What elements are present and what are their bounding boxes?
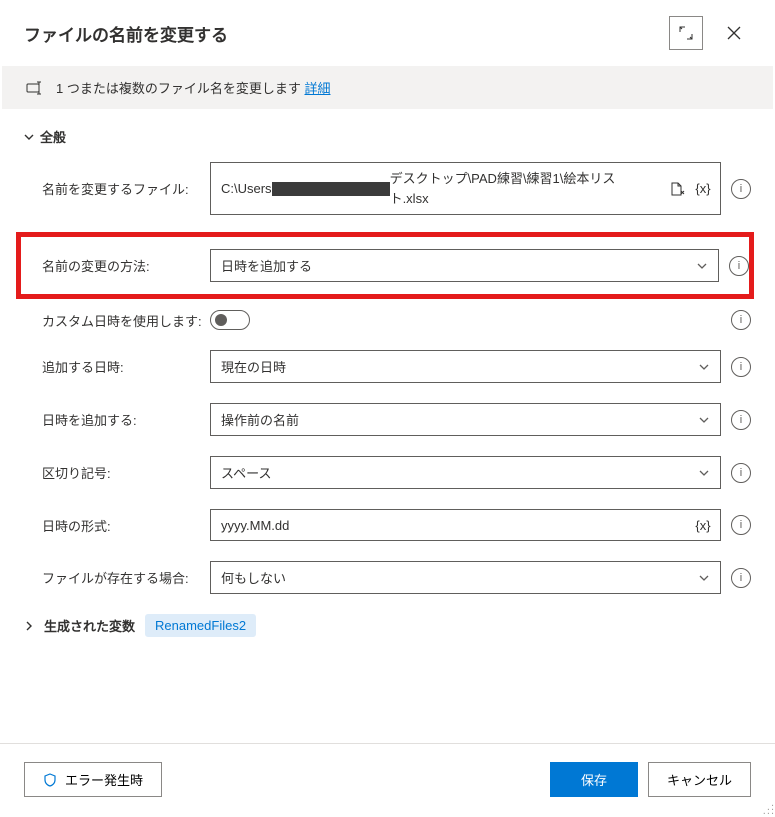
shield-icon (43, 773, 57, 787)
info-banner: 1 つまたは複数のファイル名を変更します 詳細 (2, 66, 773, 109)
add-dt-label: 追加する日時: (42, 357, 210, 376)
file-label: 名前を変更するファイル: (42, 179, 210, 198)
banner-text: 1 つまたは複数のファイル名を変更します (56, 81, 301, 96)
format-label: 日時の形式: (42, 516, 210, 535)
variables-label: 生成された変数 (44, 616, 135, 635)
format-input[interactable]: yyyy.MM.dd {x} (210, 509, 721, 541)
on-error-button[interactable]: エラー発生時 (24, 762, 162, 797)
close-button[interactable] (717, 16, 751, 50)
chevron-right-icon (24, 621, 34, 631)
expand-button[interactable] (669, 16, 703, 50)
section-general-title: 全般 (40, 127, 66, 146)
redacted-block (272, 182, 390, 196)
help-icon[interactable]: i (729, 256, 749, 276)
rename-icon (26, 80, 44, 96)
dialog-title: ファイルの名前を変更する (24, 21, 228, 46)
file-value-pre: C:\Users (221, 179, 272, 199)
help-icon[interactable]: i (731, 179, 751, 199)
exists-value: 何もしない (221, 568, 286, 587)
section-general-header[interactable]: 全般 (24, 127, 751, 146)
chevron-down-icon (698, 467, 710, 479)
variable-chip[interactable]: RenamedFiles2 (145, 614, 256, 637)
file-value-post: デスクトップ\PAD練習\練習1\絵本リスト.xlsx (390, 169, 650, 208)
chevron-down-icon (696, 260, 708, 272)
header-actions (669, 16, 751, 50)
generated-variables-row[interactable]: 生成された変数 RenamedFiles2 (24, 614, 751, 637)
chevron-down-icon (698, 414, 710, 426)
sep-select[interactable]: スペース (210, 456, 721, 489)
help-icon[interactable]: i (731, 357, 751, 377)
custom-dt-label: カスタム日時を使用します: (42, 311, 210, 330)
file-picker-icon[interactable] (668, 180, 686, 198)
on-error-label: エラー発生時 (65, 770, 143, 789)
method-select[interactable]: 日時を追加する (210, 249, 719, 282)
add-dt-value: 現在の日時 (221, 357, 286, 376)
help-icon[interactable]: i (731, 515, 751, 535)
close-icon (727, 26, 741, 40)
chevron-down-icon (698, 361, 710, 373)
where-select[interactable]: 操作前の名前 (210, 403, 721, 436)
variable-picker-icon[interactable]: {x} (694, 516, 712, 534)
file-input[interactable]: C:\Users デスクトップ\PAD練習\練習1\絵本リスト.xlsx {x} (210, 162, 721, 215)
variable-picker-icon[interactable]: {x} (694, 180, 712, 198)
chevron-down-icon (24, 132, 34, 142)
exists-select[interactable]: 何もしない (210, 561, 721, 594)
where-label: 日時を追加する: (42, 410, 210, 429)
sep-label: 区切り記号: (42, 463, 210, 482)
sep-value: スペース (221, 463, 271, 482)
help-icon[interactable]: i (731, 410, 751, 430)
where-value: 操作前の名前 (221, 410, 299, 429)
resize-grip-icon[interactable]: .. .. . . (763, 801, 773, 813)
rename-method-row: 名前の変更の方法: 日時を追加する i (19, 235, 751, 296)
cancel-button[interactable]: キャンセル (648, 762, 751, 797)
format-value: yyyy.MM.dd (221, 518, 289, 533)
expand-icon (679, 26, 693, 40)
chevron-down-icon (698, 572, 710, 584)
custom-dt-toggle[interactable] (210, 310, 250, 330)
help-icon[interactable]: i (731, 463, 751, 483)
toggle-knob (215, 314, 227, 326)
add-dt-select[interactable]: 現在の日時 (210, 350, 721, 383)
exists-label: ファイルが存在する場合: (42, 568, 210, 587)
help-icon[interactable]: i (731, 310, 751, 330)
method-label: 名前の変更の方法: (42, 256, 210, 275)
save-button[interactable]: 保存 (550, 762, 638, 797)
banner-details-link[interactable]: 詳細 (304, 81, 330, 96)
method-value: 日時を追加する (221, 256, 312, 275)
help-icon[interactable]: i (731, 568, 751, 588)
